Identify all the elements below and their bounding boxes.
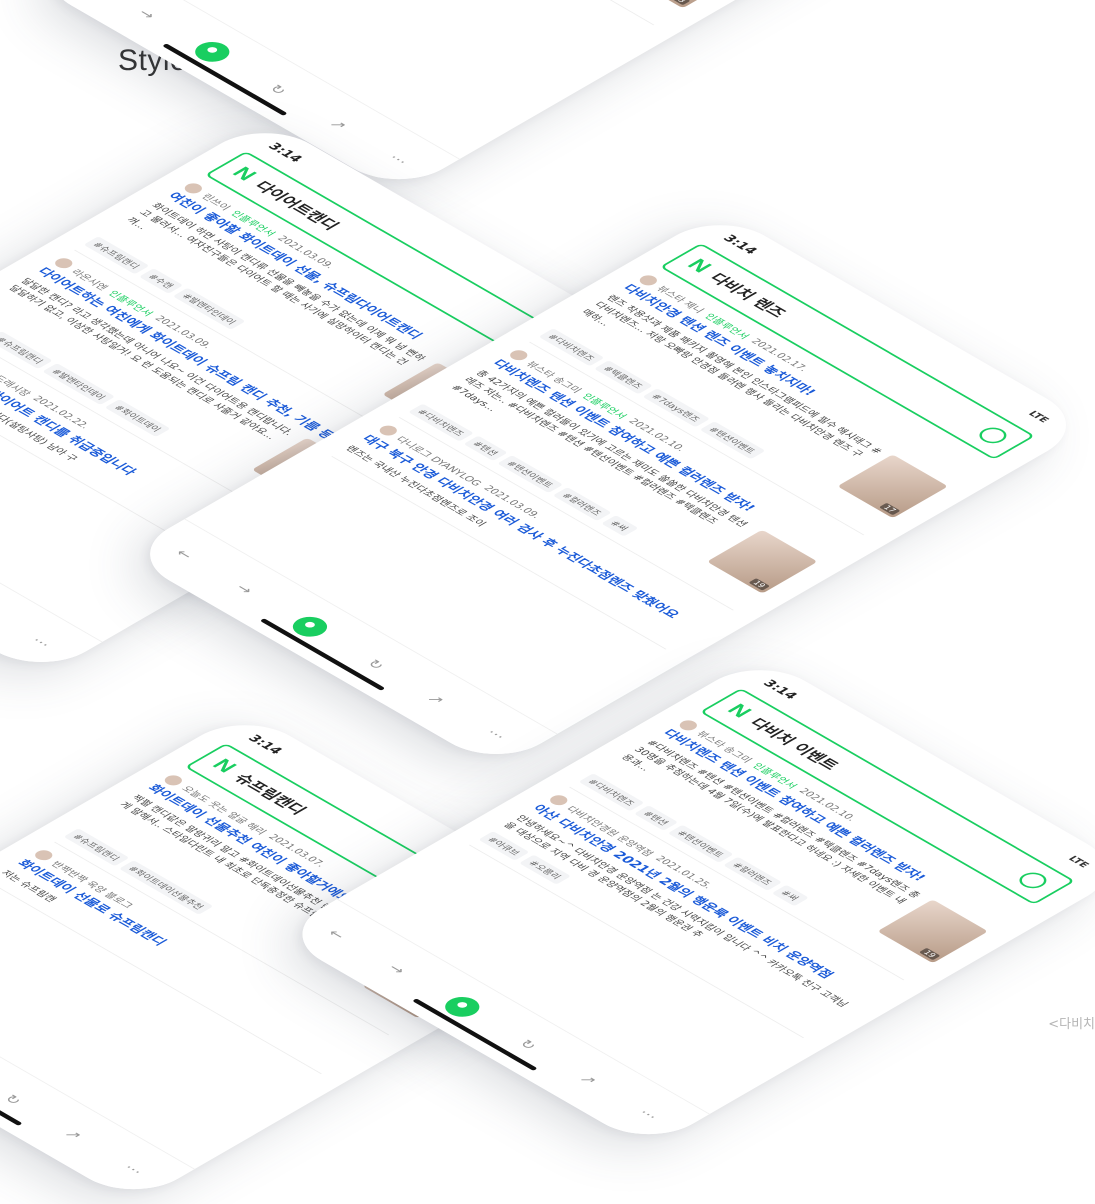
thumbnail-count: 19	[918, 947, 941, 961]
avatar	[375, 423, 401, 438]
thumbnail-count: 19	[748, 577, 771, 591]
avatar	[161, 773, 186, 788]
back-icon[interactable]: ←	[170, 546, 198, 562]
phone-p-top: 3:14LTEN다비치 렌즈미세스볼봉인플루언서2021.02.21.텐션 7d…	[26, 0, 883, 195]
refresh-icon[interactable]: ↻	[264, 82, 292, 98]
browser-toolbar: ←→↻↗⋯	[0, 953, 195, 1204]
tag-list: #브라운렌즈#텐션	[329, 0, 678, 20]
search-result-item[interactable]: 미세스볼봉인플루언서2021.02.21.텐션 7days 브라운렌즈 다비치안…	[319, 0, 774, 26]
avatar	[546, 793, 571, 808]
browser-toolbar: ← → ↻ ↗ ⋯	[123, 518, 558, 770]
forward-icon[interactable]: →	[383, 961, 411, 977]
naver-logo-icon: N	[227, 163, 263, 184]
refresh-icon[interactable]: ↻	[514, 1037, 542, 1053]
avatar	[636, 273, 661, 288]
more-icon[interactable]: ⋯	[384, 151, 413, 167]
avatar	[676, 718, 701, 733]
refresh-icon[interactable]: ↻	[362, 657, 390, 673]
share-icon[interactable]: ↗	[422, 691, 450, 707]
more-icon[interactable]: ⋯	[634, 1106, 663, 1122]
forward-icon[interactable]: →	[133, 6, 161, 22]
phone-p-bottom-right: 3:14 LTE N 다비치 이벤트 뷰스타 송그미 인플루언서 2021.02.10. 다비…	[276, 655, 1095, 1150]
avatar	[506, 348, 531, 363]
more-icon[interactable]: ⋯	[482, 726, 511, 742]
status-time: 3:14	[759, 677, 801, 702]
status-time: 3:14	[244, 732, 286, 757]
more-icon[interactable]: ⋯	[27, 634, 56, 650]
status-time: 3:14	[719, 232, 761, 257]
naver-logo-icon: N	[682, 255, 718, 276]
credit-text: <다비치	[1048, 1017, 1095, 1032]
share-icon[interactable]: ↗	[59, 1127, 87, 1143]
avatar	[181, 181, 206, 196]
status-time: 3:14	[264, 140, 306, 165]
share-icon[interactable]: ↗	[324, 117, 352, 133]
thumbnail-count: 23	[668, 0, 691, 6]
avatar	[31, 848, 56, 863]
more-icon[interactable]: ⋯	[119, 1161, 148, 1177]
refresh-icon[interactable]: ↻	[0, 1092, 27, 1108]
naver-logo-icon: N	[207, 755, 243, 776]
signal-battery-icon: LTE	[1065, 854, 1092, 870]
signal-battery-icon: LTE	[1025, 409, 1052, 425]
naver-logo-icon: N	[722, 700, 758, 721]
thumbnail-count: 17	[878, 502, 901, 516]
forward-icon[interactable]: →	[231, 581, 259, 597]
avatar	[51, 256, 76, 271]
post-body: #브라운렌즈 #렌선 #다비치렌즈 #텐23	[349, 0, 739, 9]
back-icon[interactable]: ←	[323, 926, 351, 942]
